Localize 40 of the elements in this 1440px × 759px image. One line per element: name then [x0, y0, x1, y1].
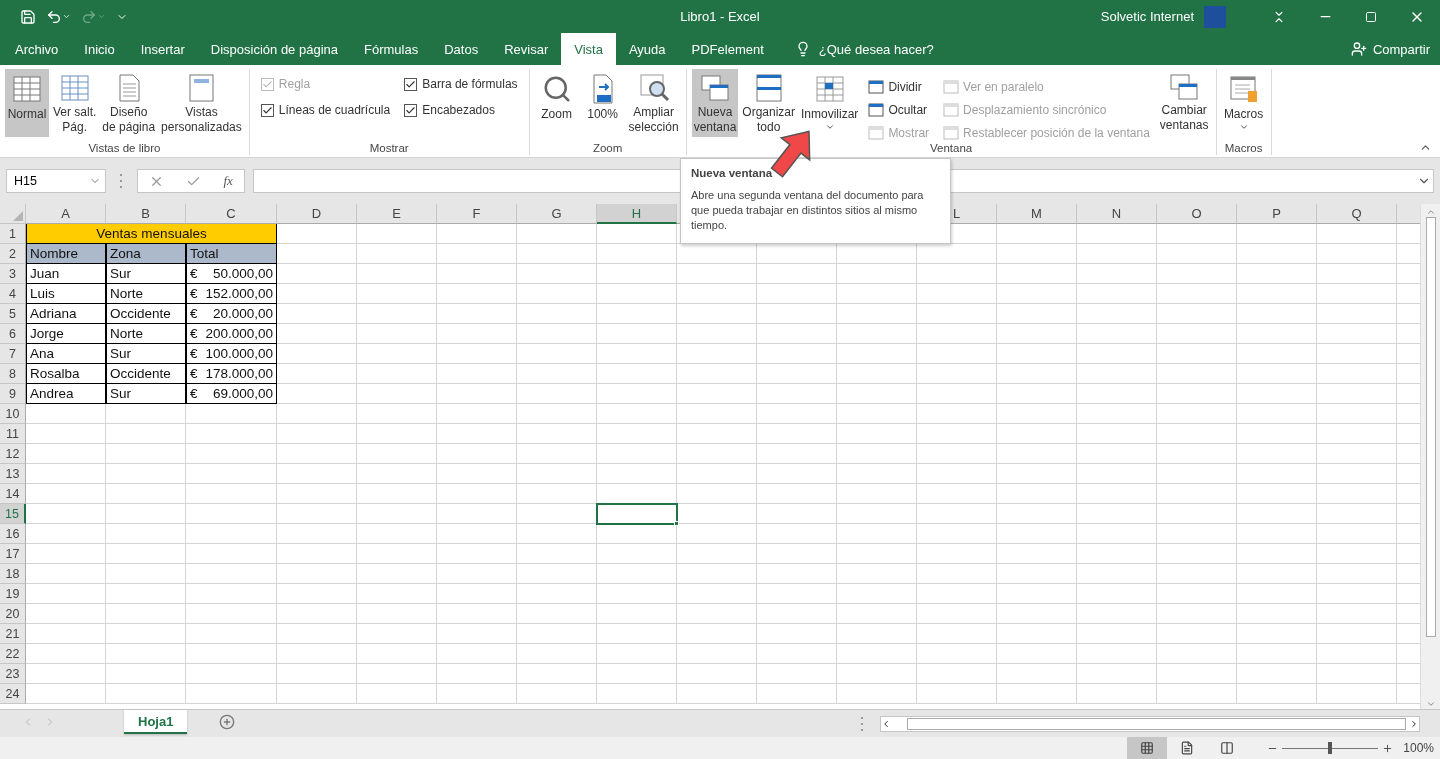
table-cell: Andrea: [26, 384, 106, 404]
table-cell: Ventas mensuales: [26, 224, 277, 244]
table-cell: Nombre: [26, 244, 106, 264]
tooltip-title: Nueva ventana: [691, 167, 774, 179]
amount: 100.000,00: [205, 346, 273, 361]
group-title: Mostrar: [368, 142, 410, 155]
table-cell: Jorge: [26, 324, 106, 344]
currency-symbol: €: [190, 266, 198, 281]
currency-symbol: €: [190, 346, 198, 361]
table-cell: Norte: [106, 284, 186, 304]
amount: 200.000,00: [205, 326, 273, 341]
group-title: Ventana: [928, 142, 974, 155]
group-title: Vistas de libro: [87, 142, 162, 155]
user-name: Solvetic Internet: [1100, 9, 1194, 24]
table-cell: Occidente: [106, 364, 186, 384]
table-cell: Rosalba: [26, 364, 106, 384]
group-title: Zoom: [591, 142, 624, 155]
amount: 69.000,00: [212, 386, 273, 401]
table-cell: Sur: [106, 264, 186, 284]
currency-symbol: €: [190, 366, 198, 381]
currency-symbol: €: [190, 306, 198, 321]
currency-symbol: €: [190, 326, 198, 341]
table-cell: Ana: [26, 344, 106, 364]
table-cell: Luis: [26, 284, 106, 304]
amount: 152.000,00: [205, 286, 273, 301]
table-cell: Zona: [106, 244, 186, 264]
table-cell: Adriana: [26, 304, 106, 324]
currency-symbol: €: [190, 386, 198, 401]
table-cell: Norte: [106, 324, 186, 344]
table-cell: Sur: [106, 344, 186, 364]
amount: 178.000,00: [205, 366, 273, 381]
currency-symbol: €: [190, 286, 198, 301]
table-cell: Sur: [106, 384, 186, 404]
table-cell: Occidente: [106, 304, 186, 324]
table-cell: Juan: [26, 264, 106, 284]
window-title: Libro1 - Excel: [680, 9, 760, 24]
group-title: Macros: [1223, 142, 1264, 155]
amount: 50.000,00: [212, 266, 273, 281]
amount: 20.000,00: [212, 306, 273, 321]
table-cell: Total: [186, 244, 277, 264]
